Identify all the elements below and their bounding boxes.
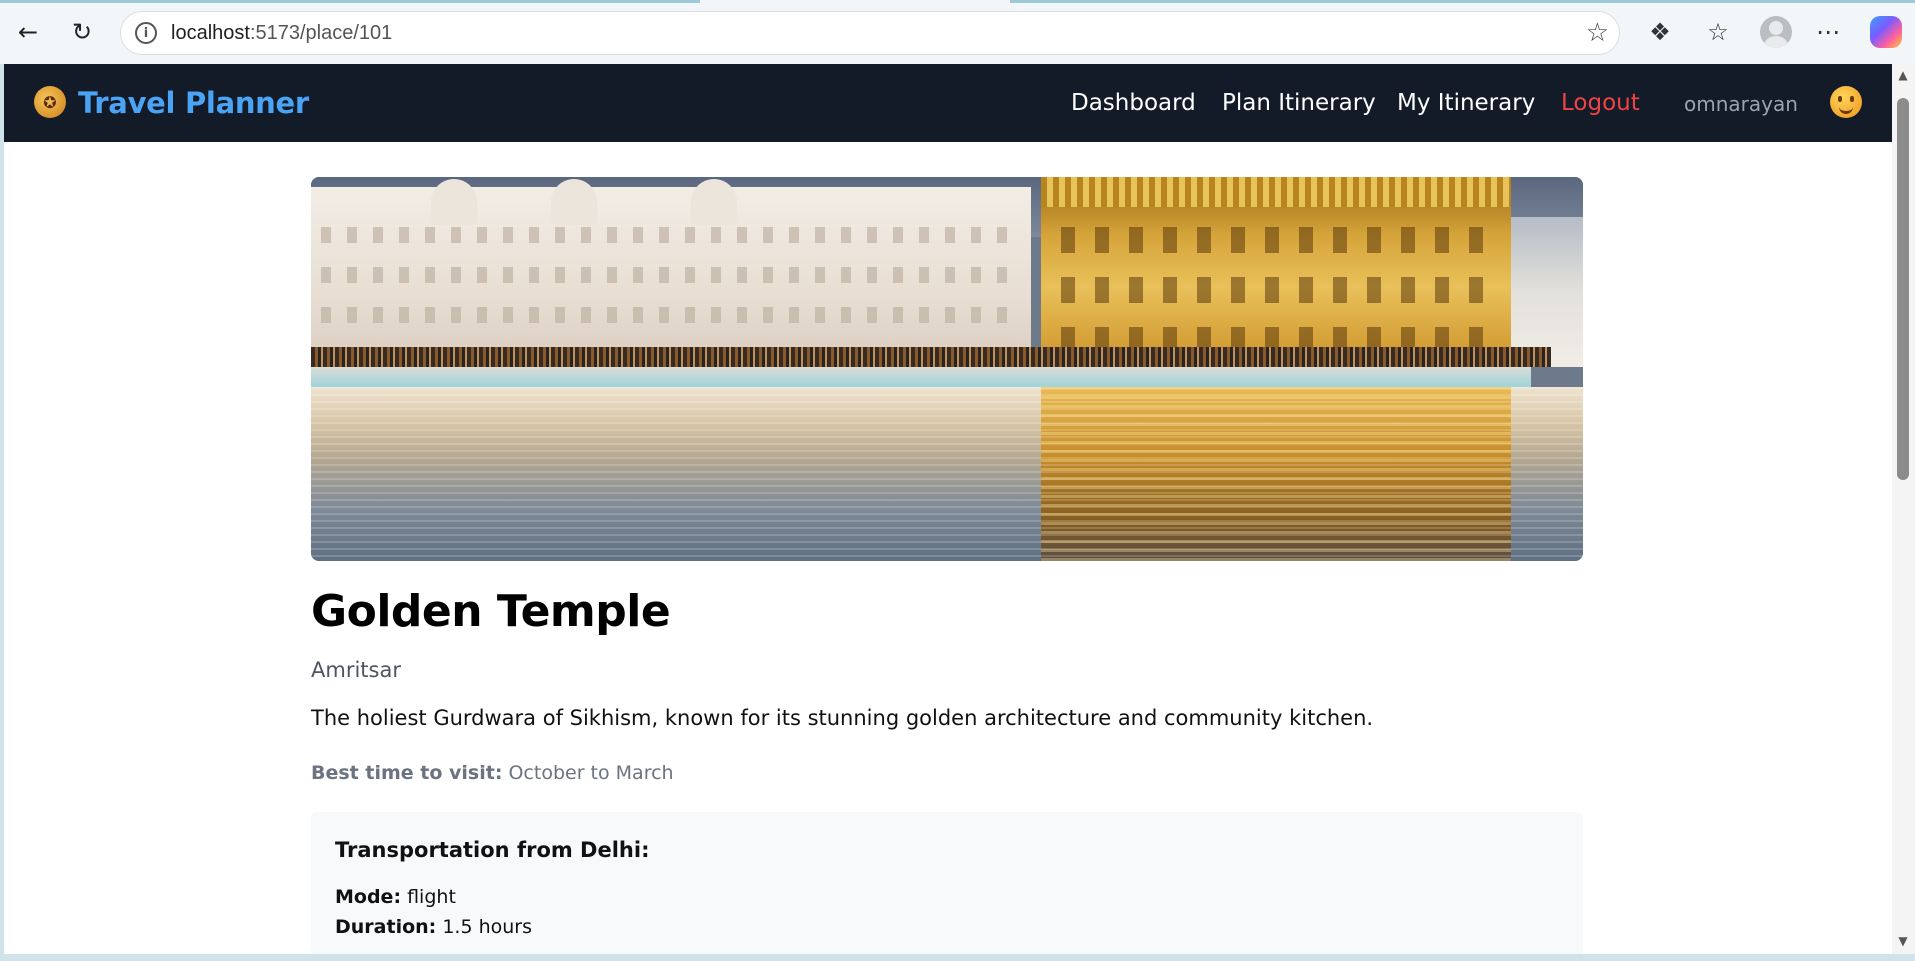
profile-icon[interactable]: [1760, 16, 1792, 48]
place-title: Golden Temple: [311, 586, 671, 637]
transport-duration-value: 1.5 hours: [442, 916, 532, 938]
transportation-title: Transportation from Delhi:: [335, 838, 650, 862]
refresh-icon[interactable]: ↻: [64, 14, 100, 50]
transport-mode-label: Mode:: [335, 886, 402, 908]
address-bar[interactable]: i localhost:5173/place/101 ☆: [120, 11, 1620, 55]
transport-mode-value: flight: [407, 886, 456, 908]
brand-title[interactable]: Travel Planner: [78, 86, 309, 120]
scroll-up-icon[interactable]: ▲: [1896, 68, 1910, 82]
transport-duration: Duration: 1.5 hours: [335, 916, 532, 938]
back-icon[interactable]: ←: [10, 14, 46, 50]
best-time-to-visit: Best time to visit: October to March: [311, 762, 674, 784]
app-navbar: ✪ Travel Planner Dashboard Plan Itinerar…: [4, 64, 1892, 142]
star-icon[interactable]: ☆: [1586, 18, 1609, 48]
scroll-down-icon[interactable]: ▼: [1896, 934, 1910, 948]
scroll-thumb[interactable]: [1897, 98, 1909, 480]
place-hero-image: [311, 177, 1583, 561]
place-city: Amritsar: [311, 658, 401, 682]
sun-face-icon[interactable]: [1830, 86, 1862, 118]
browser-toolbar: ← ↻ i localhost:5173/place/101 ☆ ❖ ☆ ⋯: [0, 0, 1915, 64]
extensions-icon[interactable]: ❖: [1644, 16, 1676, 48]
nav-link-plan-itinerary[interactable]: Plan Itinerary: [1222, 90, 1376, 116]
transport-duration-label: Duration:: [335, 916, 437, 938]
best-time-label: Best time to visit:: [311, 762, 503, 784]
copilot-icon[interactable]: [1870, 16, 1902, 48]
tab-strip-accent: [0, 0, 700, 3]
nav-link-dashboard[interactable]: Dashboard: [1071, 90, 1196, 116]
transport-mode: Mode: flight: [335, 886, 456, 908]
transportation-card: Transportation from Delhi: Mode: flight …: [311, 812, 1583, 954]
page-viewport: ✪ Travel Planner Dashboard Plan Itinerar…: [4, 64, 1892, 954]
place-description: The holiest Gurdwara of Sikhism, known f…: [311, 706, 1374, 730]
favorites-icon[interactable]: ☆: [1702, 16, 1734, 48]
more-icon[interactable]: ⋯: [1812, 16, 1844, 48]
info-icon[interactable]: i: [135, 22, 157, 44]
compass-icon: ✪: [34, 86, 66, 118]
nav-link-my-itinerary[interactable]: My Itinerary: [1397, 90, 1535, 116]
page-scrollbar[interactable]: ▲ ▼: [1892, 64, 1915, 954]
logout-button[interactable]: Logout: [1561, 90, 1640, 116]
url-text[interactable]: localhost:5173/place/101: [171, 22, 392, 45]
tab-strip-accent: [1010, 0, 1915, 3]
best-time-value: October to March: [508, 762, 674, 784]
username-label: omnarayan: [1684, 92, 1798, 116]
